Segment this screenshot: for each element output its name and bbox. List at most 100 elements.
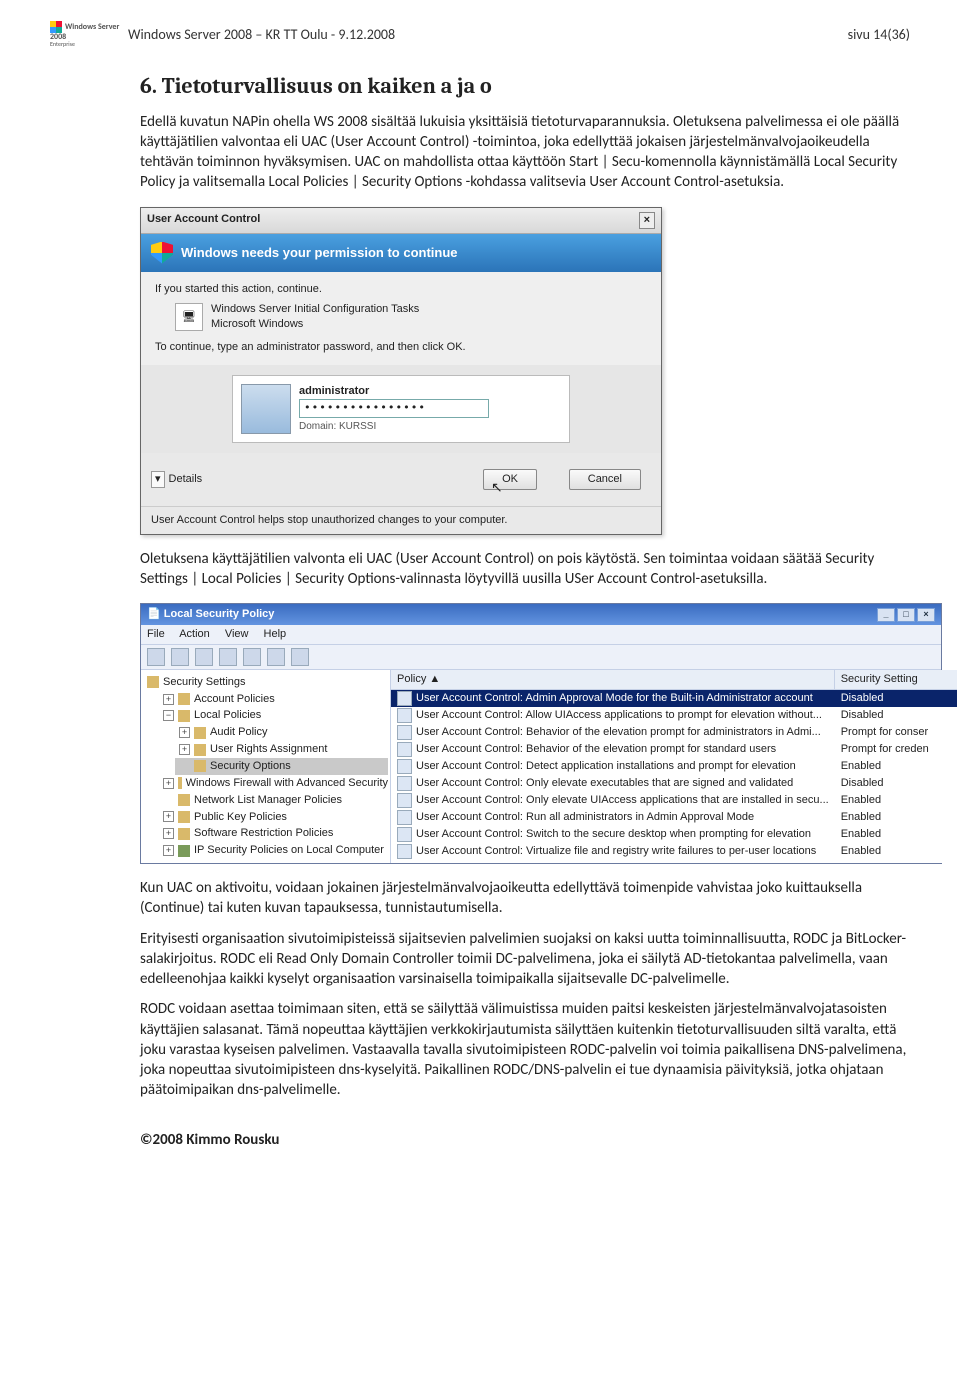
policy-row[interactable]: User Account Control: Run all administra… <box>391 809 957 826</box>
policy-row[interactable]: User Account Control: Allow UIAccess app… <box>391 707 957 724</box>
tree-item[interactable]: −Local Policies <box>159 707 388 724</box>
help-icon[interactable] <box>291 648 309 666</box>
policy-row[interactable]: User Account Control: Admin Approval Mod… <box>391 690 957 707</box>
policy-row[interactable]: User Account Control: Switch to the secu… <box>391 826 957 843</box>
uac-program-vendor: Microsoft Windows <box>211 317 419 332</box>
policy-row[interactable]: User Account Control: Only elevate execu… <box>391 775 957 792</box>
policy-row[interactable]: User Account Control: Detect application… <box>391 758 957 775</box>
refresh-icon[interactable] <box>267 648 285 666</box>
policy-item-icon <box>397 810 412 825</box>
lsp-toolbar <box>141 645 941 670</box>
folder-icon <box>194 727 206 739</box>
col-setting[interactable]: Security Setting <box>835 670 957 689</box>
policy-name: User Account Control: Virtualize file an… <box>416 844 816 859</box>
policy-setting: Prompt for conser <box>835 725 957 740</box>
uac-footer-text: User Account Control helps stop unauthor… <box>141 506 661 534</box>
policy-item-icon <box>397 793 412 808</box>
para-3: Kun UAC on aktivoitu, voidaan jokainen j… <box>140 878 910 919</box>
policy-row[interactable]: User Account Control: Behavior of the el… <box>391 741 957 758</box>
expand-icon[interactable]: + <box>163 845 174 856</box>
doc-title: Windows Server 2008 – KR TT Oulu - 9.12.… <box>128 26 395 43</box>
policy-name: User Account Control: Behavior of the el… <box>416 725 821 740</box>
uac-title-bar: User Account Control × <box>141 208 661 234</box>
tree-item[interactable]: Network List Manager Policies <box>159 792 388 809</box>
username-label: administrator <box>299 384 489 399</box>
cancel-button[interactable]: Cancel <box>569 469 641 490</box>
para-4: Erityisesti organisaation sivutoimipiste… <box>140 929 910 990</box>
policy-setting: Enabled <box>835 827 957 842</box>
policy-row[interactable]: User Account Control: Only elevate UIAcc… <box>391 792 957 809</box>
lsp-title-text: Local Security Policy <box>164 608 275 620</box>
tree-item[interactable]: +Windows Firewall with Advanced Security <box>159 775 388 792</box>
close-icon[interactable]: × <box>917 608 935 622</box>
policy-item-icon <box>397 742 412 757</box>
collapse-icon[interactable]: − <box>163 710 174 721</box>
uac-headline: Windows needs your permission to continu… <box>181 244 458 262</box>
delete-icon[interactable] <box>219 648 237 666</box>
para-2: Oletuksena käyttäjätilien valvonta eli U… <box>140 549 910 590</box>
policy-row[interactable]: User Account Control: Behavior of the el… <box>391 724 957 741</box>
uac-program-name: Windows Server Initial Configuration Tas… <box>211 302 419 317</box>
program-icon: 🖥 <box>175 303 203 331</box>
menu-help[interactable]: Help <box>264 628 287 640</box>
expand-icon[interactable]: + <box>163 811 174 822</box>
password-input[interactable]: •••••••••••••••• <box>299 399 489 418</box>
credential-box: administrator •••••••••••••••• Domain: K… <box>232 375 570 443</box>
domain-label: Domain: KURSSI <box>299 420 489 434</box>
up-icon[interactable] <box>195 648 213 666</box>
forward-icon[interactable] <box>171 648 189 666</box>
details-button[interactable]: Details <box>169 472 203 487</box>
policy-item-icon <box>397 708 412 723</box>
tree-item-selected[interactable]: Security Options <box>175 758 388 775</box>
policy-name: User Account Control: Switch to the secu… <box>416 827 811 842</box>
local-security-policy-window: 📄 Local Security Policy _ □ × File Actio… <box>140 603 942 864</box>
folder-icon <box>194 744 206 756</box>
lsp-title-bar: 📄 Local Security Policy _ □ × <box>141 604 941 625</box>
tree-item[interactable]: +IP Security Policies on Local Computer <box>159 842 388 859</box>
expand-icon[interactable]: + <box>179 744 190 755</box>
lsp-list[interactable]: Policy ▲ Security Setting User Account C… <box>391 670 957 863</box>
policy-setting: Enabled <box>835 844 957 859</box>
section-title: 6. Tietoturvallisuus on kaiken a ja o <box>140 72 910 102</box>
menu-action[interactable]: Action <box>179 628 210 640</box>
menu-view[interactable]: View <box>225 628 249 640</box>
menu-file[interactable]: File <box>147 628 165 640</box>
tree-root[interactable]: Security Settings <box>143 674 388 691</box>
folder-icon <box>194 760 206 772</box>
tree-item[interactable]: +Audit Policy <box>175 724 388 741</box>
policy-name: User Account Control: Detect application… <box>416 759 796 774</box>
policy-setting: Enabled <box>835 793 957 808</box>
tree-item[interactable]: +Public Key Policies <box>159 809 388 826</box>
properties-icon[interactable] <box>243 648 261 666</box>
policy-name: User Account Control: Admin Approval Mod… <box>416 691 813 706</box>
user-avatar-icon <box>241 384 291 434</box>
policy-name: User Account Control: Only elevate UIAcc… <box>416 793 829 808</box>
expand-icon[interactable]: + <box>163 694 174 705</box>
tree-item[interactable]: +Account Policies <box>159 691 388 708</box>
folder-icon <box>178 794 190 806</box>
uac-instruction: To continue, type an administrator passw… <box>155 340 647 355</box>
page-header: Windows Server 2008 Enterprise Windows S… <box>50 20 910 54</box>
folder-icon <box>147 676 159 688</box>
minimize-icon[interactable]: _ <box>877 608 895 622</box>
maximize-icon[interactable]: □ <box>897 608 915 622</box>
expand-icon[interactable]: + <box>179 727 190 738</box>
policy-item-icon <box>397 725 412 740</box>
lsp-menubar[interactable]: File Action View Help <box>141 625 941 645</box>
lsp-icon: 📄 <box>147 608 161 620</box>
col-policy[interactable]: Policy ▲ <box>391 670 835 689</box>
policy-setting: Disabled <box>835 708 957 723</box>
tree-item[interactable]: +Software Restriction Policies <box>159 825 388 842</box>
lsp-tree[interactable]: Security Settings +Account Policies −Loc… <box>141 670 391 863</box>
para-1: Edellä kuvatun NAPin ohella WS 2008 sisä… <box>140 112 910 193</box>
lsp-list-header[interactable]: Policy ▲ Security Setting <box>391 670 957 690</box>
policy-row[interactable]: User Account Control: Virtualize file an… <box>391 843 957 860</box>
expand-icon[interactable]: + <box>163 778 174 789</box>
uac-header-band: Windows needs your permission to continu… <box>141 234 661 272</box>
chevron-down-icon[interactable]: ▾ <box>151 471 165 488</box>
tree-item[interactable]: +User Rights Assignment <box>175 741 388 758</box>
folder-icon <box>178 710 190 722</box>
expand-icon[interactable]: + <box>163 828 174 839</box>
back-icon[interactable] <box>147 648 165 666</box>
close-icon[interactable]: × <box>639 212 655 229</box>
